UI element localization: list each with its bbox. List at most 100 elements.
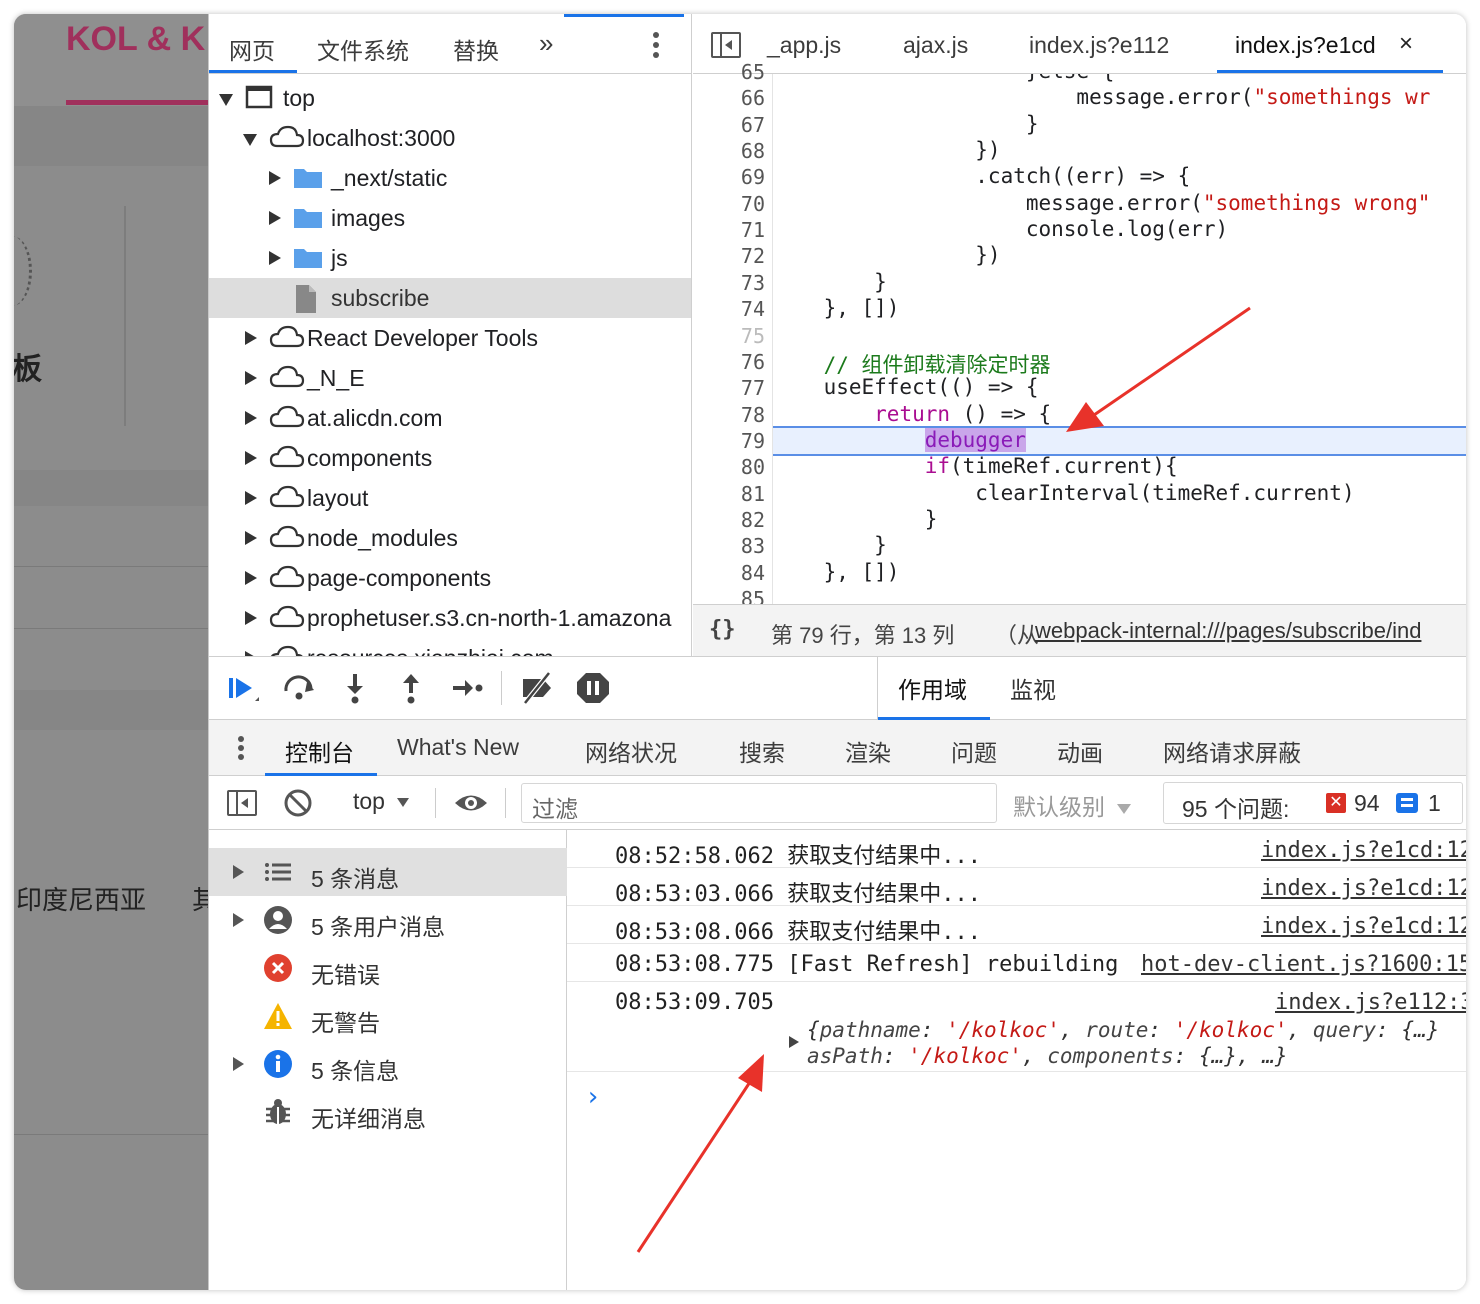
line-number[interactable]: 69	[693, 165, 765, 189]
line-number[interactable]: 65	[693, 60, 765, 84]
tree-item[interactable]: at.alicdn.com	[209, 398, 691, 438]
code-line[interactable]: })	[773, 243, 1000, 267]
line-number[interactable]: 74	[693, 297, 765, 321]
sidebar-filter-item[interactable]: 5 条用户消息	[209, 896, 567, 944]
message-source-link[interactable]: hot-dev-client.js?1600:15	[1141, 952, 1466, 977]
tab-search[interactable]: 搜索	[739, 734, 785, 768]
expand-right-icon[interactable]	[245, 411, 257, 425]
tab-issues[interactable]: 问题	[951, 734, 997, 768]
line-number[interactable]: 83	[693, 534, 765, 558]
toggle-navigator-icon[interactable]	[711, 32, 741, 58]
message-source-link[interactable]: index.js?e1cd:12	[1261, 876, 1466, 901]
message-source-link[interactable]: index.js?e1cd:12	[1261, 838, 1466, 863]
sidebar-filter-item[interactable]: 无警告	[209, 992, 567, 1040]
code-line[interactable]: debugger	[773, 427, 1026, 452]
line-number[interactable]: 71	[693, 218, 765, 242]
line-number[interactable]: 75	[693, 324, 765, 348]
line-number[interactable]: 72	[693, 244, 765, 268]
tab-scope[interactable]: 作用域	[898, 671, 967, 705]
expand-right-icon[interactable]	[269, 171, 281, 185]
console-message[interactable]: 08:53:03.066 获取支付结果中... index.js?e1cd:12	[567, 868, 1466, 907]
line-number[interactable]: 67	[693, 113, 765, 137]
tree-item[interactable]: node_modules	[209, 518, 691, 558]
close-tab-icon[interactable]: ×	[1399, 30, 1413, 58]
tree-item[interactable]: _next/static	[209, 158, 691, 198]
line-number[interactable]: 68	[693, 139, 765, 163]
tree-item[interactable]: subscribe	[209, 278, 691, 318]
expand-right-icon[interactable]	[269, 251, 281, 265]
code-line[interactable]: }, [])	[773, 560, 900, 584]
message-source-link[interactable]: index.js?e112:3	[1275, 990, 1466, 1015]
tree-item[interactable]: localhost:3000	[209, 118, 691, 158]
line-number[interactable]: 77	[693, 376, 765, 400]
expand-right-icon[interactable]	[269, 211, 281, 225]
code-line[interactable]: useEffect(() => {	[773, 375, 1039, 399]
code-line[interactable]: }else {	[773, 74, 1115, 83]
expand-right-icon[interactable]	[233, 913, 244, 927]
step-into-icon[interactable]	[337, 671, 373, 705]
log-level-selector[interactable]: 默认级别	[1013, 788, 1132, 822]
line-number[interactable]: 82	[693, 508, 765, 532]
tree-item[interactable]: resources.xianzhiai.com	[209, 638, 691, 656]
tree-item[interactable]: React Developer Tools	[209, 318, 691, 358]
object-preview-line-1[interactable]: {pathname: '/kolkoc', route: '/kolkoc', …	[789, 1018, 1439, 1048]
sidebar-filter-item[interactable]: 5 条信息	[209, 1040, 567, 1088]
tab-animations[interactable]: 动画	[1057, 734, 1103, 768]
code-line[interactable]: }	[773, 112, 1039, 136]
tab-network-conditions[interactable]: 网络状况	[585, 734, 677, 768]
toggle-sidebar-icon[interactable]	[227, 790, 257, 816]
line-number[interactable]: 80	[693, 455, 765, 479]
code-line[interactable]: })	[773, 138, 1000, 162]
tree-item[interactable]: page-components	[209, 558, 691, 598]
message-source-link[interactable]: index.js?e1cd:12	[1261, 914, 1466, 939]
expand-right-icon[interactable]	[245, 611, 257, 625]
expand-right-icon[interactable]	[233, 1057, 244, 1071]
code-line[interactable]: if(timeRef.current){	[773, 454, 1178, 478]
step-icon[interactable]	[449, 671, 485, 705]
expand-right-icon[interactable]	[233, 865, 244, 879]
step-out-icon[interactable]	[393, 671, 429, 705]
expand-down-icon[interactable]	[219, 94, 233, 106]
expand-right-icon[interactable]	[245, 371, 257, 385]
drawer-menu-icon[interactable]	[237, 734, 245, 764]
tab-page[interactable]: 网页	[229, 32, 275, 66]
code-line[interactable]: }	[773, 533, 887, 557]
code-line[interactable]: message.error("somethings wrong"	[773, 191, 1431, 215]
source-link[interactable]: webpack-internal:///pages/subscribe/ind	[1035, 618, 1421, 644]
console-message[interactable]: 08:53:08.066 获取支付结果中... index.js?e1cd:12	[567, 906, 1466, 945]
code-line[interactable]: return () => {	[773, 402, 1051, 426]
tree-item[interactable]: js	[209, 238, 691, 278]
sidebar-filter-item[interactable]: 5 条消息	[209, 848, 567, 896]
sidebar-filter-item[interactable]: 无详细消息	[209, 1088, 567, 1136]
step-over-icon[interactable]	[281, 671, 317, 705]
pause-on-exceptions-icon[interactable]	[575, 671, 611, 705]
tree-item[interactable]: components	[209, 438, 691, 478]
line-number[interactable]: 81	[693, 482, 765, 506]
tab-app-js[interactable]: _app.js	[767, 32, 841, 59]
deactivate-breakpoints-icon[interactable]	[519, 671, 555, 705]
tab-watch[interactable]: 监视	[1010, 671, 1056, 705]
code-line[interactable]: }, [])	[773, 296, 900, 320]
code-line[interactable]: console.log(err)	[773, 217, 1228, 241]
tab-whats-new[interactable]: What's New	[397, 734, 519, 761]
line-number[interactable]: 73	[693, 271, 765, 295]
context-selector[interactable]: top	[353, 788, 410, 815]
line-number[interactable]: 66	[693, 86, 765, 110]
code-line[interactable]: }	[773, 507, 938, 531]
line-number[interactable]: 78	[693, 403, 765, 427]
code-line[interactable]: message.error("somethings wr	[773, 85, 1430, 109]
tab-ajax-js[interactable]: ajax.js	[903, 32, 968, 59]
more-tabs-icon[interactable]: »	[539, 28, 553, 59]
sidebar-filter-item[interactable]: 无错误	[209, 944, 567, 992]
tree-item[interactable]: _N_E	[209, 358, 691, 398]
expand-right-icon[interactable]	[245, 571, 257, 585]
code-area[interactable]: }else { message.error("somethings wr } }…	[773, 74, 1466, 604]
code-line[interactable]: .catch((err) => {	[773, 164, 1190, 188]
tab-network-request-blocking[interactable]: 网络请求屏蔽	[1163, 734, 1301, 768]
expand-right-icon[interactable]	[245, 491, 257, 505]
eye-icon[interactable]	[453, 788, 489, 818]
tab-console[interactable]: 控制台	[285, 734, 354, 768]
tab-index-js-e1cd[interactable]: index.js?e1cd	[1235, 32, 1376, 59]
tab-filesystem[interactable]: 文件系统	[317, 32, 409, 66]
expand-right-icon[interactable]	[245, 531, 257, 545]
